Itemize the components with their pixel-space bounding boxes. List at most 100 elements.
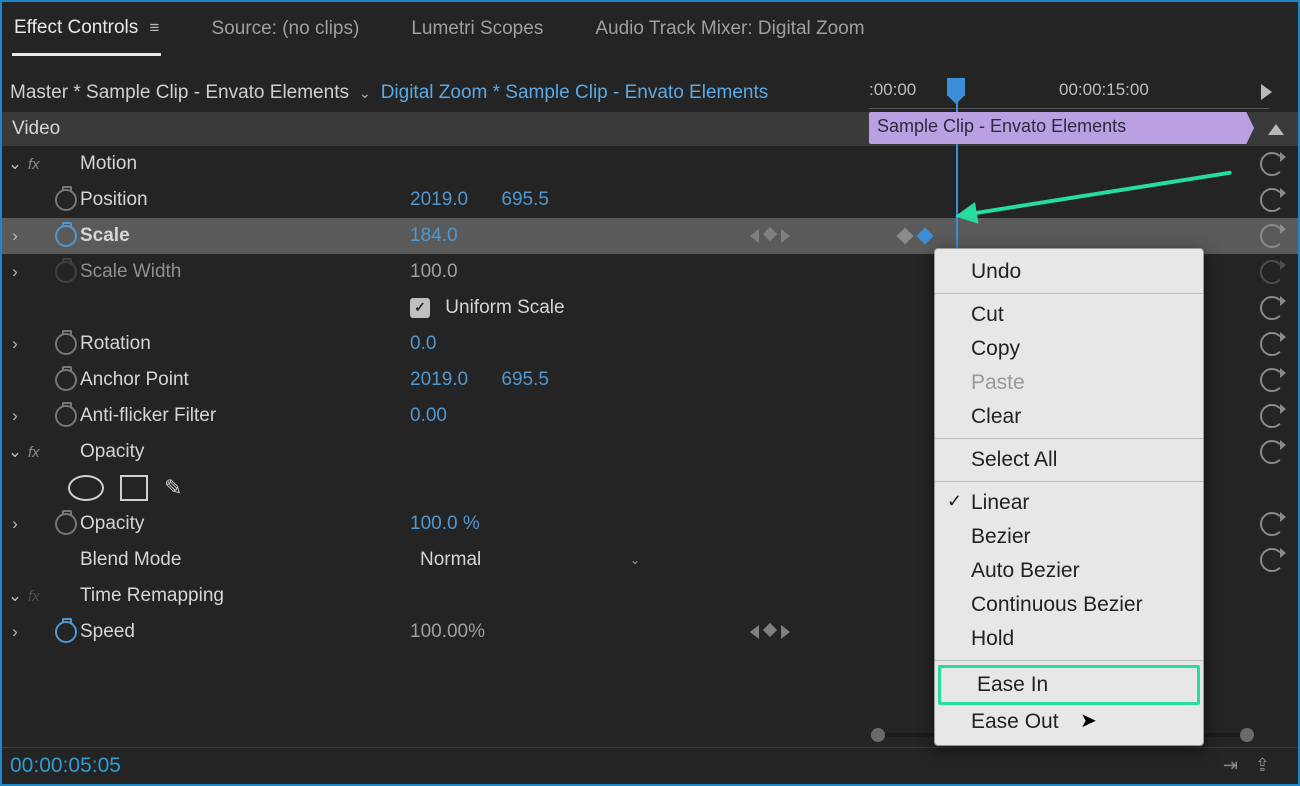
mini-timeline[interactable]: :00:00 00:00:15:00 Sample Clip - Envato … [869,78,1269,109]
speed-label: Speed [80,621,410,643]
footer-bar: 00:00:05:05 [2,747,1298,784]
time-tick-0: :00:00 [869,80,916,100]
menu-auto-bezier[interactable]: Auto Bezier [935,554,1203,588]
menu-undo[interactable]: Undo [935,255,1203,289]
reset-icon[interactable] [1260,152,1284,176]
blend-mode-value: Normal [420,549,481,571]
position-x-value[interactable]: 2019.0 [410,189,468,210]
reset-icon[interactable] [1260,224,1284,248]
twirl-icon[interactable] [2,585,28,607]
menu-clear[interactable]: Clear [935,400,1203,434]
menu-ease-out[interactable]: Ease Out [935,705,1203,739]
twirl-icon[interactable] [2,405,28,427]
twirl-icon[interactable] [2,621,28,643]
reset-icon[interactable] [1260,404,1284,428]
menu-separator [935,660,1203,661]
twirl-icon[interactable] [2,513,28,535]
stopwatch-icon [55,261,77,283]
twirl-icon[interactable] [2,261,28,283]
export-icon[interactable]: ⇪ [1255,755,1270,776]
opacity-title: Opacity [80,441,410,463]
effect-controls-panel: Effect Controls ≡ Source: (no clips) Lum… [0,0,1300,786]
twirl-icon[interactable] [2,225,28,247]
zoom-to-sequence-icon[interactable]: ⇥ [1223,755,1238,776]
chevron-down-icon[interactable]: ⌄ [359,85,371,102]
prev-keyframe-icon[interactable] [750,229,759,243]
uniform-scale-checkbox[interactable] [410,298,430,318]
menu-copy[interactable]: Copy [935,332,1203,366]
menu-hold[interactable]: Hold [935,622,1203,656]
stopwatch-icon[interactable] [55,369,77,391]
opacity-value[interactable]: 100.0 % [410,513,480,534]
stopwatch-icon[interactable] [55,189,77,211]
playhead-icon[interactable] [947,78,965,96]
stopwatch-icon[interactable] [55,225,77,247]
reset-icon [1260,260,1284,284]
scale-width-label: Scale Width [80,261,410,283]
tab-lumetri-scopes[interactable]: Lumetri Scopes [409,14,545,54]
anti-flicker-value[interactable]: 0.00 [410,405,447,426]
add-keyframe-icon[interactable] [763,623,777,637]
fx-badge-icon[interactable]: fx [28,444,52,461]
scale-label: Scale [80,225,410,247]
stopwatch-icon[interactable] [55,513,77,535]
reset-icon[interactable] [1260,548,1284,572]
scrollbar-knob-left[interactable] [871,728,885,742]
rotation-label: Rotation [80,333,410,355]
position-y-value[interactable]: 695.5 [501,189,549,210]
next-keyframe-icon[interactable] [781,229,790,243]
reset-icon[interactable] [1260,188,1284,212]
current-time[interactable]: 00:00:05:05 [10,754,121,778]
collapse-up-icon[interactable] [1268,124,1284,135]
twirl-icon[interactable] [2,441,28,463]
tab-source[interactable]: Source: (no clips) [209,14,361,54]
add-keyframe-icon[interactable] [763,227,777,241]
fx-badge-icon[interactable]: fx [28,156,52,173]
rotation-value[interactable]: 0.0 [410,333,436,354]
menu-linear[interactable]: Linear [935,486,1203,520]
twirl-icon[interactable] [2,333,28,355]
twirl-icon[interactable] [2,153,28,175]
time-remapping-label: Time Remapping [80,585,410,607]
anchor-y-value[interactable]: 695.5 [501,369,549,390]
breadcrumb-sequence[interactable]: Digital Zoom * Sample Clip - Envato Elem… [381,82,769,104]
motion-effect-row[interactable]: fx Motion [2,146,1298,182]
anchor-x-value[interactable]: 2019.0 [410,369,468,390]
time-ruler[interactable]: :00:00 00:00:15:00 [869,78,1269,109]
blend-mode-dropdown[interactable]: Normal ⌄ [410,545,650,575]
menu-select-all[interactable]: Select All [935,443,1203,477]
scrollbar-knob-right[interactable] [1240,728,1254,742]
ellipse-mask-icon[interactable] [68,475,104,501]
panel-menu-icon[interactable]: ≡ [150,18,160,37]
reset-icon[interactable] [1260,512,1284,536]
stopwatch-icon[interactable] [55,333,77,355]
scale-width-value: 100.0 [410,261,458,282]
pen-mask-icon[interactable]: ✎ [164,475,182,501]
blend-mode-label: Blend Mode [80,549,410,571]
menu-ease-in[interactable]: Ease In [938,665,1200,705]
speed-value: 100.00% [410,621,485,642]
position-row[interactable]: Position 2019.0 695.5 [2,182,1298,218]
reset-icon[interactable] [1260,332,1284,356]
menu-cut[interactable]: Cut [935,298,1203,332]
next-keyframe-icon[interactable] [781,625,790,639]
menu-continuous-bezier[interactable]: Continuous Bezier [935,588,1203,622]
timeline-clip[interactable]: Sample Clip - Envato Elements [869,112,1254,144]
prev-keyframe-icon[interactable] [750,625,759,639]
tab-effect-controls[interactable]: Effect Controls ≡ [12,13,161,56]
anchor-point-label: Anchor Point [80,369,410,391]
menu-separator [935,481,1203,482]
stopwatch-icon[interactable] [55,405,77,427]
menu-paste: Paste [935,366,1203,400]
breadcrumb-master[interactable]: Master * Sample Clip - Envato Elements [10,82,349,104]
stopwatch-icon[interactable] [55,621,77,643]
menu-bezier[interactable]: Bezier [935,520,1203,554]
position-label: Position [80,189,410,211]
reset-icon[interactable] [1260,368,1284,392]
cursor-icon: ➤ [1080,708,1097,733]
scale-value[interactable]: 184.0 [410,225,458,246]
reset-icon[interactable] [1260,296,1284,320]
reset-icon[interactable] [1260,440,1284,464]
tab-audio-track-mixer[interactable]: Audio Track Mixer: Digital Zoom [593,14,866,54]
rectangle-mask-icon[interactable] [120,475,148,501]
